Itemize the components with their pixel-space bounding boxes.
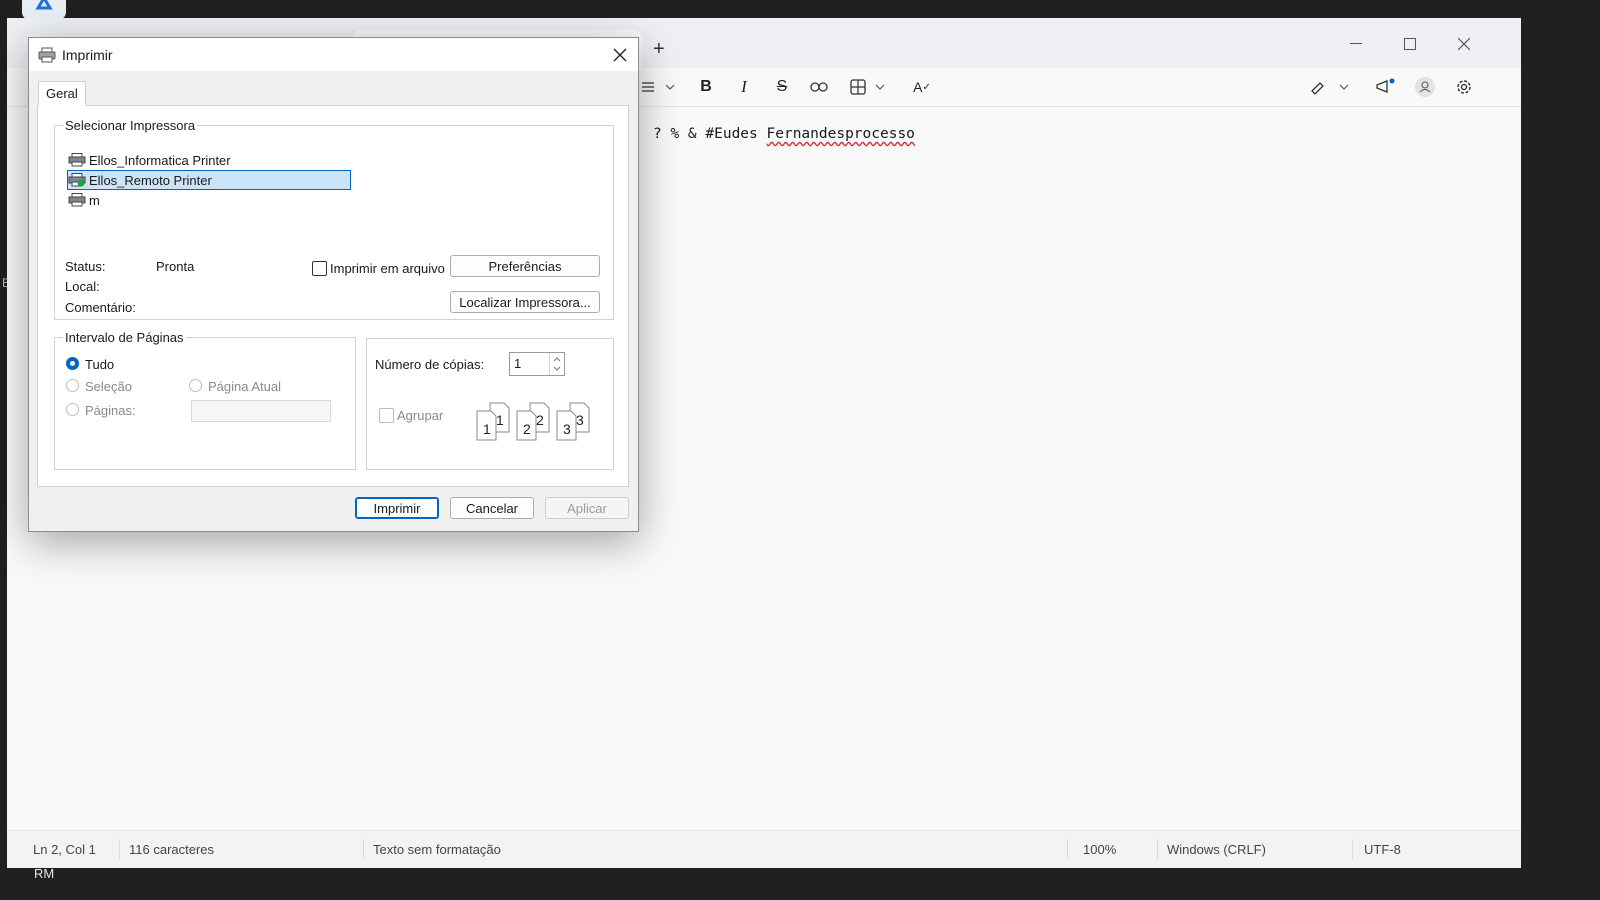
minimize-icon[interactable]	[1333, 30, 1379, 58]
list-format-icon[interactable]	[639, 76, 679, 98]
copies-group: Número de cópias: 1 Agrupar 1 1 2 2 3 3	[366, 338, 614, 470]
printer-icon	[68, 153, 86, 167]
spinner-arrows-icon[interactable]	[549, 353, 564, 375]
svg-text:2: 2	[536, 412, 544, 428]
cancel-button[interactable]: Cancelar	[450, 497, 534, 519]
printer-item-selected[interactable]: Ellos_Remoto Printer	[67, 170, 351, 190]
printer-item[interactable]: Ellos_Informatica Printer	[68, 151, 237, 169]
range-selection-label[interactable]: Seleção	[85, 379, 132, 394]
range-all-radio[interactable]	[66, 357, 79, 370]
printer-name: Ellos_Informatica Printer	[89, 152, 231, 168]
spellcheck-icon[interactable]: A ✓	[911, 76, 933, 98]
svg-text:1: 1	[496, 412, 504, 428]
copies-value[interactable]: 1	[514, 356, 521, 371]
status-value: Pronta	[156, 259, 195, 274]
status-zoom[interactable]: 100%	[1083, 842, 1116, 857]
bold-icon[interactable]: B	[695, 76, 717, 98]
range-current-page-label[interactable]: Página Atual	[208, 379, 281, 394]
printer-item[interactable]: m	[68, 191, 106, 209]
status-separator	[1157, 839, 1158, 859]
misspelled-word: Fernandesprocesso	[766, 126, 915, 142]
copies-label: Número de cópias:	[375, 357, 485, 372]
status-char-count: 116 caracteres	[129, 842, 215, 857]
status-bar: Ln 2, Col 1 116 caracteres Texto sem for…	[7, 830, 1521, 868]
range-selection-radio[interactable]	[66, 379, 79, 392]
table-icon[interactable]	[849, 76, 891, 98]
page-range-group: Intervalo de Páginas Tudo Seleção Página…	[54, 330, 356, 470]
apply-button[interactable]: Aplicar	[545, 497, 629, 519]
settings-gear-icon[interactable]	[1453, 76, 1475, 98]
svg-text:2: 2	[523, 421, 531, 437]
status-line-ending[interactable]: Windows (CRLF)	[1167, 842, 1266, 857]
select-printer-group: Selecionar Impressora Ellos_Informatica …	[54, 118, 614, 320]
tab-panel-geral: Selecionar Impressora Ellos_Informatica …	[37, 105, 629, 487]
page-range-legend: Intervalo de Páginas	[65, 330, 184, 345]
megaphone-icon[interactable]	[1374, 76, 1396, 98]
printer-list[interactable]: Ellos_Informatica Printer Ellos_Remoto P…	[64, 145, 596, 245]
editor-text[interactable]: ? % & #Eudes Fernandesprocesso	[653, 126, 915, 142]
print-button[interactable]: Imprimir	[355, 497, 439, 519]
status-separator	[1067, 839, 1068, 859]
collate-checkbox[interactable]	[379, 408, 394, 423]
recycle-bin-icon[interactable]	[22, 0, 66, 20]
find-printer-button[interactable]: Localizar Impressora...	[450, 291, 600, 313]
status-label: Status:	[65, 259, 106, 274]
print-to-file-checkbox[interactable]	[312, 261, 327, 276]
new-tab-plus-icon[interactable]: +	[653, 38, 665, 61]
link-icon[interactable]	[808, 76, 830, 98]
dialog-close-icon[interactable]	[610, 45, 630, 65]
desktop-label: RM	[34, 866, 55, 881]
print-dialog: Imprimir Geral Selecionar Impressora Ell…	[28, 37, 639, 532]
tab-geral[interactable]: Geral	[38, 81, 86, 106]
copilot-rewrite-icon[interactable]	[1309, 76, 1355, 98]
dialog-titlebar: Imprimir	[29, 38, 638, 71]
status-encoding[interactable]: UTF-8	[1364, 842, 1401, 857]
location-label: Local:	[65, 279, 100, 294]
preferences-button[interactable]: Preferências	[450, 255, 600, 277]
printer-icon	[68, 193, 86, 207]
strikethrough-icon[interactable]: S	[771, 76, 793, 98]
collate-label[interactable]: Agrupar	[397, 408, 443, 423]
svg-text:1: 1	[483, 421, 491, 437]
svg-text:3: 3	[576, 412, 584, 428]
italic-icon[interactable]: I	[733, 76, 755, 98]
printer-name: Ellos_Remoto Printer	[89, 172, 212, 188]
printer-name: m	[89, 192, 100, 208]
range-pages-radio[interactable]	[66, 403, 79, 416]
status-separator	[363, 839, 364, 859]
svg-text:3: 3	[563, 421, 571, 437]
status-separator	[1352, 839, 1353, 859]
dialog-title: Imprimir	[62, 47, 113, 63]
window-close-icon[interactable]	[1441, 30, 1487, 58]
range-current-page-radio[interactable]	[189, 379, 202, 392]
default-printer-icon	[68, 173, 86, 187]
collate-pages-icon: 1 1 2 2 3 3	[476, 402, 590, 441]
status-format[interactable]: Texto sem formatação	[373, 842, 501, 857]
account-avatar-icon[interactable]	[1413, 76, 1437, 98]
comment-label: Comentário:	[65, 300, 136, 315]
status-position: Ln 2, Col 1	[33, 842, 96, 857]
printer-icon	[38, 47, 56, 66]
range-pages-label[interactable]: Páginas:	[85, 403, 136, 418]
range-all-label[interactable]: Tudo	[85, 357, 114, 372]
copies-spinner[interactable]: 1	[509, 352, 565, 376]
maximize-icon[interactable]	[1387, 30, 1433, 58]
status-separator	[119, 839, 120, 859]
print-to-file-label[interactable]: Imprimir em arquivo	[330, 261, 445, 276]
editor-text-prefix: ? % & #Eudes	[653, 126, 767, 142]
pages-input[interactable]	[191, 400, 331, 422]
select-printer-legend: Selecionar Impressora	[65, 118, 196, 133]
